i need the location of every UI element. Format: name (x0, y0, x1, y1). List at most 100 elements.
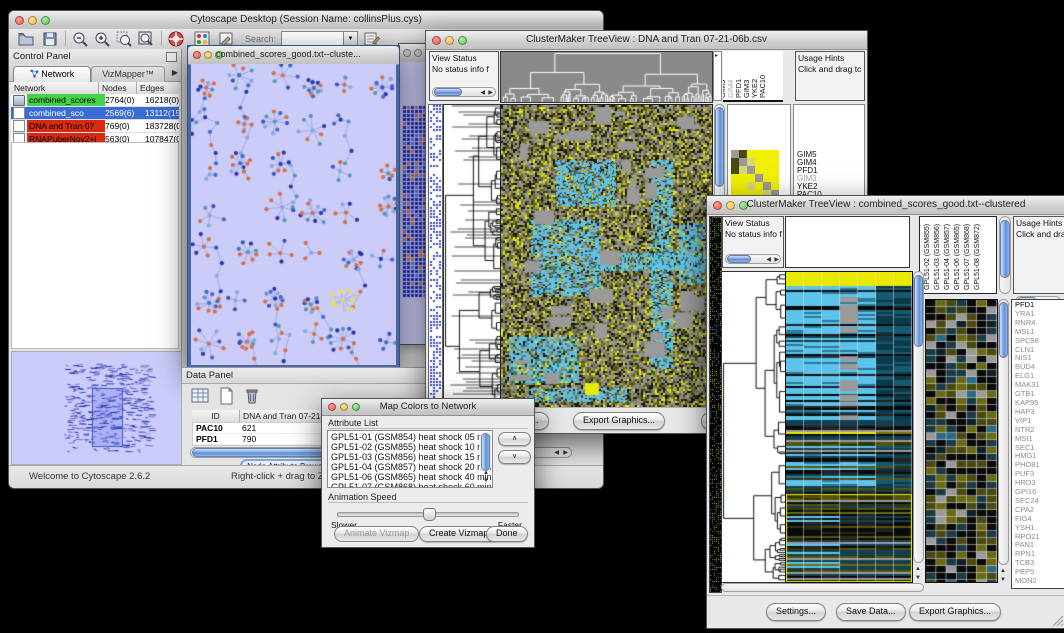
attribute-list-item[interactable]: GPL51-04 (GSM857) heat shock 20 min (331, 462, 478, 472)
tv2-column-label[interactable]: GPL51-06 (GSM865) (954, 224, 962, 290)
attribute-list-item[interactable]: GPL51-02 (GSM855) heat shock 10 min (331, 442, 478, 452)
tv2-heatmap-hscrollbar[interactable] (721, 583, 924, 592)
mini-heatmap-cell (739, 166, 747, 174)
tv2-column-label[interactable]: GPL51-07 (GSM868) (964, 224, 972, 290)
mini-heatmap-cell (771, 182, 779, 190)
scroll-down-icon[interactable]: ▼ (915, 575, 921, 581)
tv2-column-label[interactable]: GPL51-03 (GSM856) (934, 224, 942, 290)
tv2-collabels-vscrollbar[interactable] (999, 216, 1011, 294)
tv1-heatmap[interactable] (500, 104, 713, 408)
tab-vizmapper[interactable]: VizMapper™ (91, 66, 165, 82)
animate-vizmap-button[interactable]: Animate Vizmap (334, 526, 419, 542)
main-window-title: Cytoscape Desktop (Session Name: collins… (9, 14, 603, 25)
scroll-down-icon[interactable]: ▼ (1000, 577, 1006, 583)
network-list-row[interactable]: combined_sco2569(6)13112(15) (11, 107, 179, 120)
select-attributes-icon[interactable] (190, 386, 210, 406)
col-id[interactable]: ID (192, 410, 240, 422)
mini-heatmap-cell (747, 150, 755, 158)
tv2-genes-vscrollbar[interactable] (998, 299, 1009, 565)
scroll-up-icon[interactable]: ▲ (1000, 568, 1006, 574)
tab-overflow-arrow[interactable]: ▶ (172, 68, 178, 77)
open-file-icon[interactable] (17, 30, 35, 48)
move-down-button[interactable]: ∨ (498, 450, 531, 464)
zoom-out-icon[interactable] (71, 30, 89, 48)
tv2-heatmap[interactable] (785, 271, 913, 583)
tv1-mini-heatmap[interactable] (731, 150, 779, 198)
zoom-in-icon[interactable] (93, 30, 111, 48)
done-button[interactable]: Done (486, 526, 528, 542)
tv2-column-label[interactable]: GPL51-04 (GSM857) (944, 224, 952, 290)
float-panel-icon[interactable] (166, 52, 177, 62)
mini-heatmap-cell (771, 150, 779, 158)
attribute-list[interactable]: ▲ ▼ GPL51-01 (GSM854) heat shock 05 minG… (327, 430, 493, 488)
scroll-right-icon[interactable]: ▶ (488, 90, 493, 96)
gene-label[interactable]: MON2 (1015, 577, 1064, 586)
network-table-header: Network Nodes Edges (11, 82, 179, 94)
save-icon[interactable] (41, 30, 59, 48)
tv2-column-label[interactable]: GPL51-08 (GSM872) (974, 224, 982, 290)
zoom-selected-icon[interactable] (115, 30, 133, 48)
settings-button[interactable]: Settings... (766, 603, 826, 621)
tv2-gene-list: PFD1YRA1RNR4MSL1SPC98CLN1NIS1BUD4ELG1MAK… (1011, 299, 1064, 589)
scroll-left-icon[interactable]: ◀ (480, 90, 485, 96)
desktop: Cytoscape Desktop (Session Name: collins… (0, 0, 1064, 633)
tv2-column-label[interactable]: GPL51-02 (GSM855) (924, 224, 932, 290)
tv2-heatmap-vscrollbar[interactable] (913, 271, 924, 563)
main-titlebar[interactable]: Cytoscape Desktop (Session Name: collins… (9, 11, 603, 30)
tab-network[interactable]: Network (13, 66, 91, 82)
col-network[interactable]: Network (11, 82, 99, 94)
network-overview-thumbnail[interactable] (11, 351, 182, 465)
mini-heatmap-cell (763, 182, 771, 190)
network-list-row[interactable]: combined_scores2764(0)16218(0) (11, 94, 179, 107)
network-list-row[interactable]: DNA and Tran 07769(0)183728(0) (11, 120, 179, 133)
scroll-left-icon[interactable]: ◀ (554, 450, 559, 456)
scroll-up-icon[interactable]: ▲ (483, 470, 489, 476)
scroll-left-icon[interactable]: ◀ (766, 257, 771, 263)
close-icon[interactable] (403, 49, 411, 57)
scroll-up-icon[interactable]: ▲ (915, 566, 921, 572)
col-nodes[interactable]: Nodes (99, 82, 137, 94)
export-graphics-button[interactable]: Export Graphics... (573, 412, 665, 430)
export-graphics-button[interactable]: Export Graphics... (909, 603, 1001, 621)
tv1-column-label[interactable]: PAC10 (759, 75, 767, 98)
attribute-list-vscrollbar[interactable] (480, 432, 491, 472)
help-lifesaver-icon[interactable] (167, 30, 185, 48)
attribute-list-item[interactable]: GPL51-06 (GSM865) heat shock 40 min (331, 472, 478, 482)
tv1-global-overview-strip[interactable] (428, 104, 443, 408)
minimize-icon[interactable] (414, 49, 422, 57)
save-data-button[interactable]: Save Data... (836, 603, 906, 621)
speed-slider[interactable] (337, 508, 519, 518)
scroll-right-icon[interactable]: ▶ (774, 257, 779, 263)
tv2-status-hscrollbar[interactable]: ◀ ▶ (725, 254, 781, 264)
network-window-combined: combined_scores_good.txt--cluste... (187, 45, 400, 369)
search-label: Search: (245, 34, 276, 44)
tv2-row-dendrogram[interactable] (721, 271, 786, 583)
move-up-button[interactable]: ∧ (498, 432, 531, 446)
mini-heatmap-cell (747, 174, 755, 182)
tv2-column-tree-panel[interactable] (785, 216, 910, 268)
minimize-icon[interactable] (204, 51, 212, 59)
slider-thumb[interactable] (423, 508, 436, 521)
delete-attribute-icon[interactable] (242, 386, 262, 406)
scroll-down-icon[interactable]: ▼ (483, 478, 489, 484)
tv1-row-dendrogram[interactable] (443, 104, 502, 408)
attribute-list-item[interactable]: GPL51-07 (GSM868) heat shock 60 min (331, 482, 478, 488)
network-nodes-count: 2764(0) (105, 95, 145, 105)
mini-heatmap-cell (731, 166, 739, 174)
tv1-column-dendrogram[interactable] (500, 51, 713, 103)
col-edges[interactable]: Edges (137, 82, 179, 94)
attribute-list-item[interactable]: GPL51-03 (GSM856) heat shock 15 min (331, 452, 478, 462)
network-view-combined[interactable] (191, 64, 396, 365)
mini-heatmap-cell (763, 174, 771, 182)
tv1-status-hscrollbar[interactable]: ◀ ▶ (432, 87, 496, 97)
zoom-fit-icon[interactable] (137, 30, 155, 48)
scroll-right-icon[interactable]: ▶ (563, 450, 568, 456)
close-icon[interactable] (193, 51, 201, 59)
animation-speed-label: Animation Speed (328, 492, 397, 502)
tv2-zoom-heatmap[interactable] (925, 299, 998, 583)
treeview1-title: ClusterMaker TreeView : DNA and Tran 07-… (426, 34, 867, 45)
attribute-list-item[interactable]: GPL51-01 (GSM854) heat shock 05 min (331, 432, 478, 442)
resize-grip-icon[interactable] (1052, 615, 1064, 627)
attribute-list-label: Attribute List (328, 418, 378, 428)
new-attribute-icon[interactable] (216, 386, 236, 406)
